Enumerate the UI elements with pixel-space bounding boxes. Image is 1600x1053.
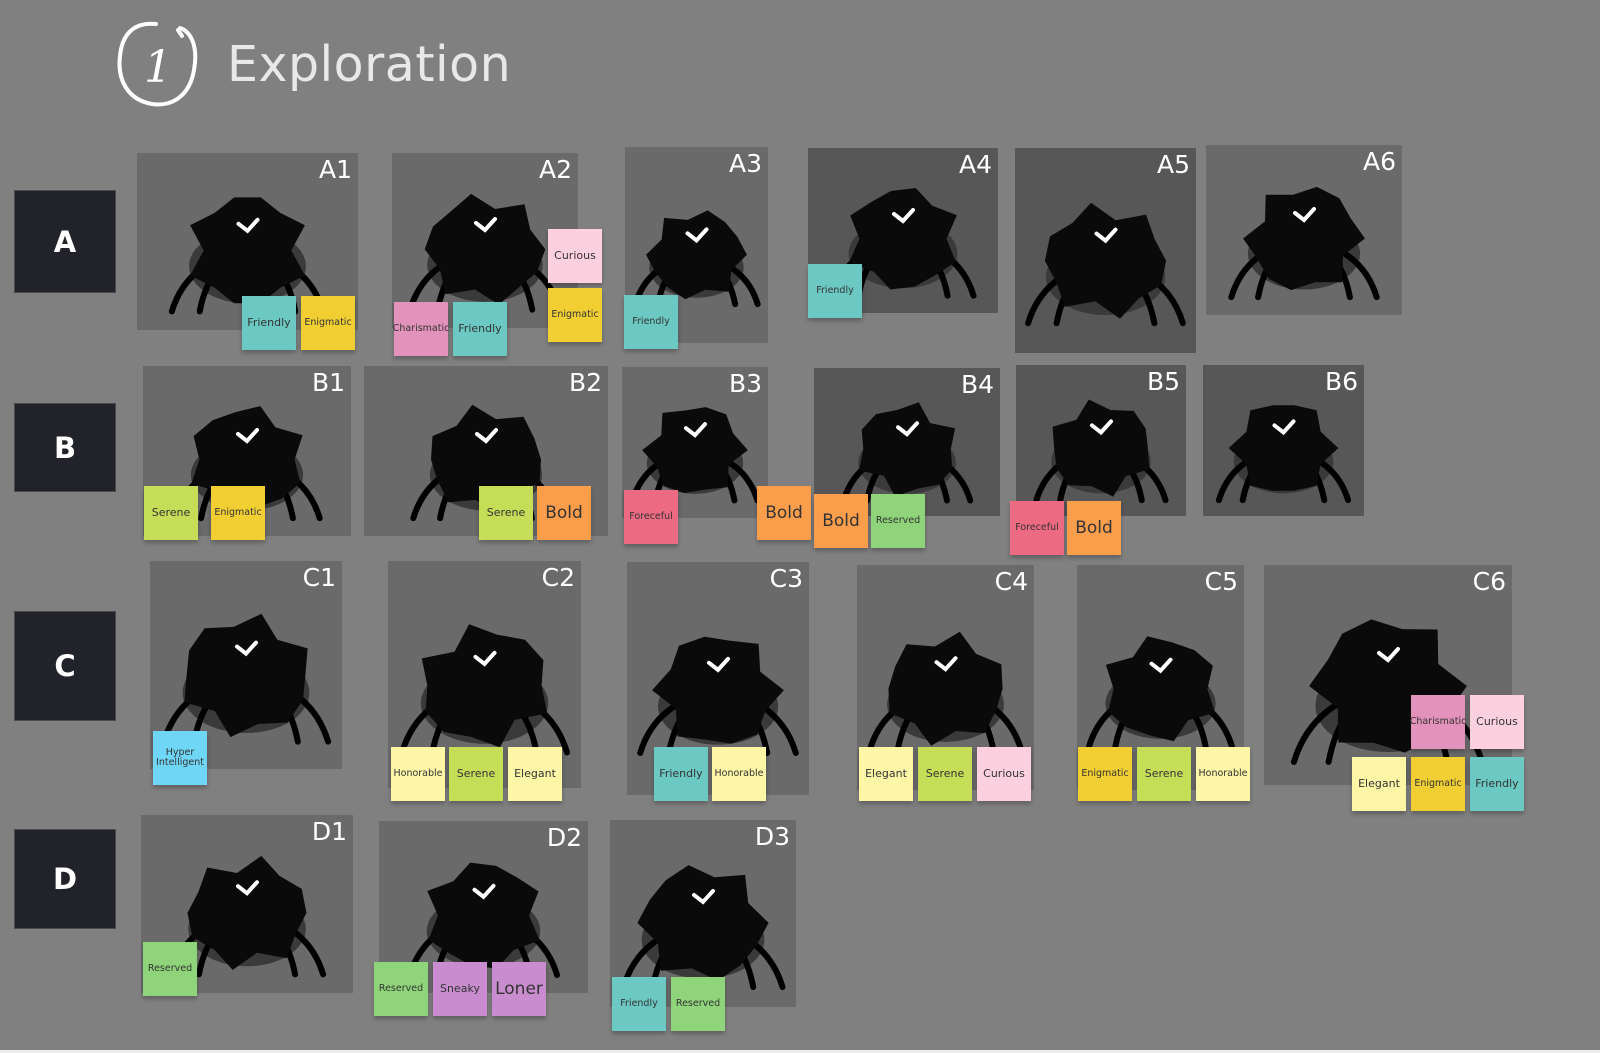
card-code: B1 (311, 368, 345, 397)
concept-card-b6[interactable]: B6 (1203, 365, 1364, 516)
sticky-note-honorable[interactable]: Honorable (712, 747, 766, 801)
card-code: A6 (1362, 147, 1396, 176)
sticky-note-honorable[interactable]: Honorable (391, 747, 445, 801)
sticky-note-reserved[interactable]: Reserved (871, 494, 925, 548)
card-code: B5 (1146, 367, 1180, 396)
sticky-note-serene[interactable]: Serene (449, 747, 503, 801)
sticky-note-elegant[interactable]: Elegant (508, 747, 562, 801)
card-code: A2 (538, 155, 572, 184)
sticky-note-enigmatic[interactable]: Enigmatic (548, 288, 602, 342)
concept-card-b5[interactable]: B5 (1016, 365, 1186, 516)
sticky-note-serene[interactable]: Serene (1137, 747, 1191, 801)
sticky-note-elegant[interactable]: Elegant (859, 747, 913, 801)
sticky-note-friendly[interactable]: Friendly (808, 264, 862, 318)
sticky-note-honorable[interactable]: Honorable (1196, 747, 1250, 801)
card-code: B3 (728, 369, 762, 398)
card-code: C4 (994, 567, 1028, 596)
sticky-note-bold[interactable]: Bold (814, 494, 868, 548)
sticky-note-serene[interactable]: Serene (144, 486, 198, 540)
sticky-note-bold[interactable]: Bold (1067, 501, 1121, 555)
sticky-note-enigmatic[interactable]: Enigmatic (1078, 747, 1132, 801)
board-title: Exploration (227, 36, 512, 93)
row-label-d[interactable]: D (14, 829, 116, 929)
sticky-note-loner[interactable]: Loner (492, 962, 546, 1016)
sticky-note-enigmatic[interactable]: Enigmatic (301, 296, 355, 350)
sticky-note-enigmatic[interactable]: Enigmatic (211, 486, 265, 540)
card-code: C3 (769, 564, 803, 593)
card-code: C1 (302, 563, 336, 592)
sticky-note-serene[interactable]: Serene (479, 486, 533, 540)
sticky-note-bold[interactable]: Bold (757, 486, 811, 540)
card-code: A5 (1156, 150, 1190, 179)
sticky-note-friendly[interactable]: Friendly (624, 295, 678, 349)
sticky-note-sneaky[interactable]: Sneaky (433, 962, 487, 1016)
card-code: B2 (568, 368, 602, 397)
card-code: A1 (318, 155, 352, 184)
sticky-note-reserved[interactable]: Reserved (671, 977, 725, 1031)
card-code: C2 (541, 563, 575, 592)
card-code: A3 (728, 149, 762, 178)
sticky-note-friendly[interactable]: Friendly (242, 296, 296, 350)
sticky-note-charismatic[interactable]: Charismatic (393, 302, 449, 356)
sticky-note-curious[interactable]: Curious (548, 229, 602, 283)
row-label-b[interactable]: B (14, 403, 116, 492)
sticky-note-enigmatic[interactable]: Enigmatic (1411, 757, 1465, 811)
sticky-note-serene[interactable]: Serene (918, 747, 972, 801)
concept-card-a6[interactable]: A6 (1206, 145, 1402, 315)
sticky-note-friendly[interactable]: Friendly (612, 977, 666, 1031)
sticky-note-foreceful[interactable]: Foreceful (624, 490, 678, 544)
sticky-note-elegant[interactable]: Elegant (1352, 757, 1406, 811)
card-code: B4 (960, 370, 994, 399)
sticky-note-curious[interactable]: Curious (1470, 695, 1524, 749)
row-label-c[interactable]: C (14, 611, 116, 721)
sticky-note-friendly[interactable]: Friendly (1470, 757, 1524, 811)
sticky-note-foreceful[interactable]: Foreceful (1010, 501, 1064, 555)
concept-card-a5[interactable]: A5 (1015, 148, 1196, 353)
sticky-note-friendly[interactable]: Friendly (654, 747, 708, 801)
sticky-note-reserved[interactable]: Reserved (143, 942, 197, 996)
card-code: D1 (311, 817, 347, 846)
card-code: B6 (1324, 367, 1358, 396)
card-code: D2 (546, 823, 582, 852)
sticky-note-bold[interactable]: Bold (537, 486, 591, 540)
concept-card-c6[interactable]: C6 (1264, 565, 1512, 785)
creature-silhouette-image (1264, 565, 1512, 785)
card-code: C5 (1204, 567, 1238, 596)
section-number: 1 (144, 42, 172, 93)
sticky-note-friendly[interactable]: Friendly (453, 302, 507, 356)
section-number-badge-icon: 1 (117, 21, 198, 107)
card-code: A4 (958, 150, 992, 179)
row-label-a[interactable]: A (14, 190, 116, 293)
sticky-note-hyper-intelligent[interactable]: Hyper Intelligent (153, 731, 207, 785)
card-code: D3 (754, 822, 790, 851)
sticky-note-charismatic[interactable]: Charismatic (1410, 695, 1466, 749)
card-code: C6 (1472, 567, 1506, 596)
sticky-note-curious[interactable]: Curious (977, 747, 1031, 801)
sticky-note-reserved[interactable]: Reserved (374, 962, 428, 1016)
